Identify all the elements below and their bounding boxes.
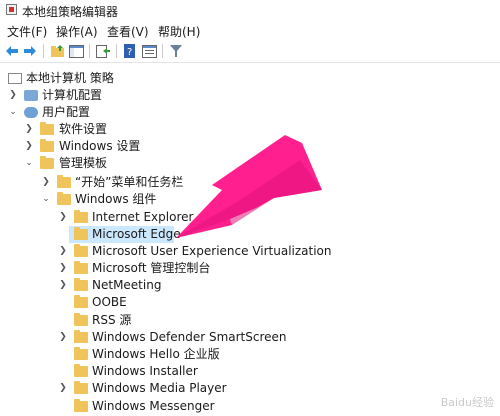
watermark: Baidu经验 bbox=[440, 396, 494, 409]
annotation-arrow bbox=[176, 135, 322, 238]
